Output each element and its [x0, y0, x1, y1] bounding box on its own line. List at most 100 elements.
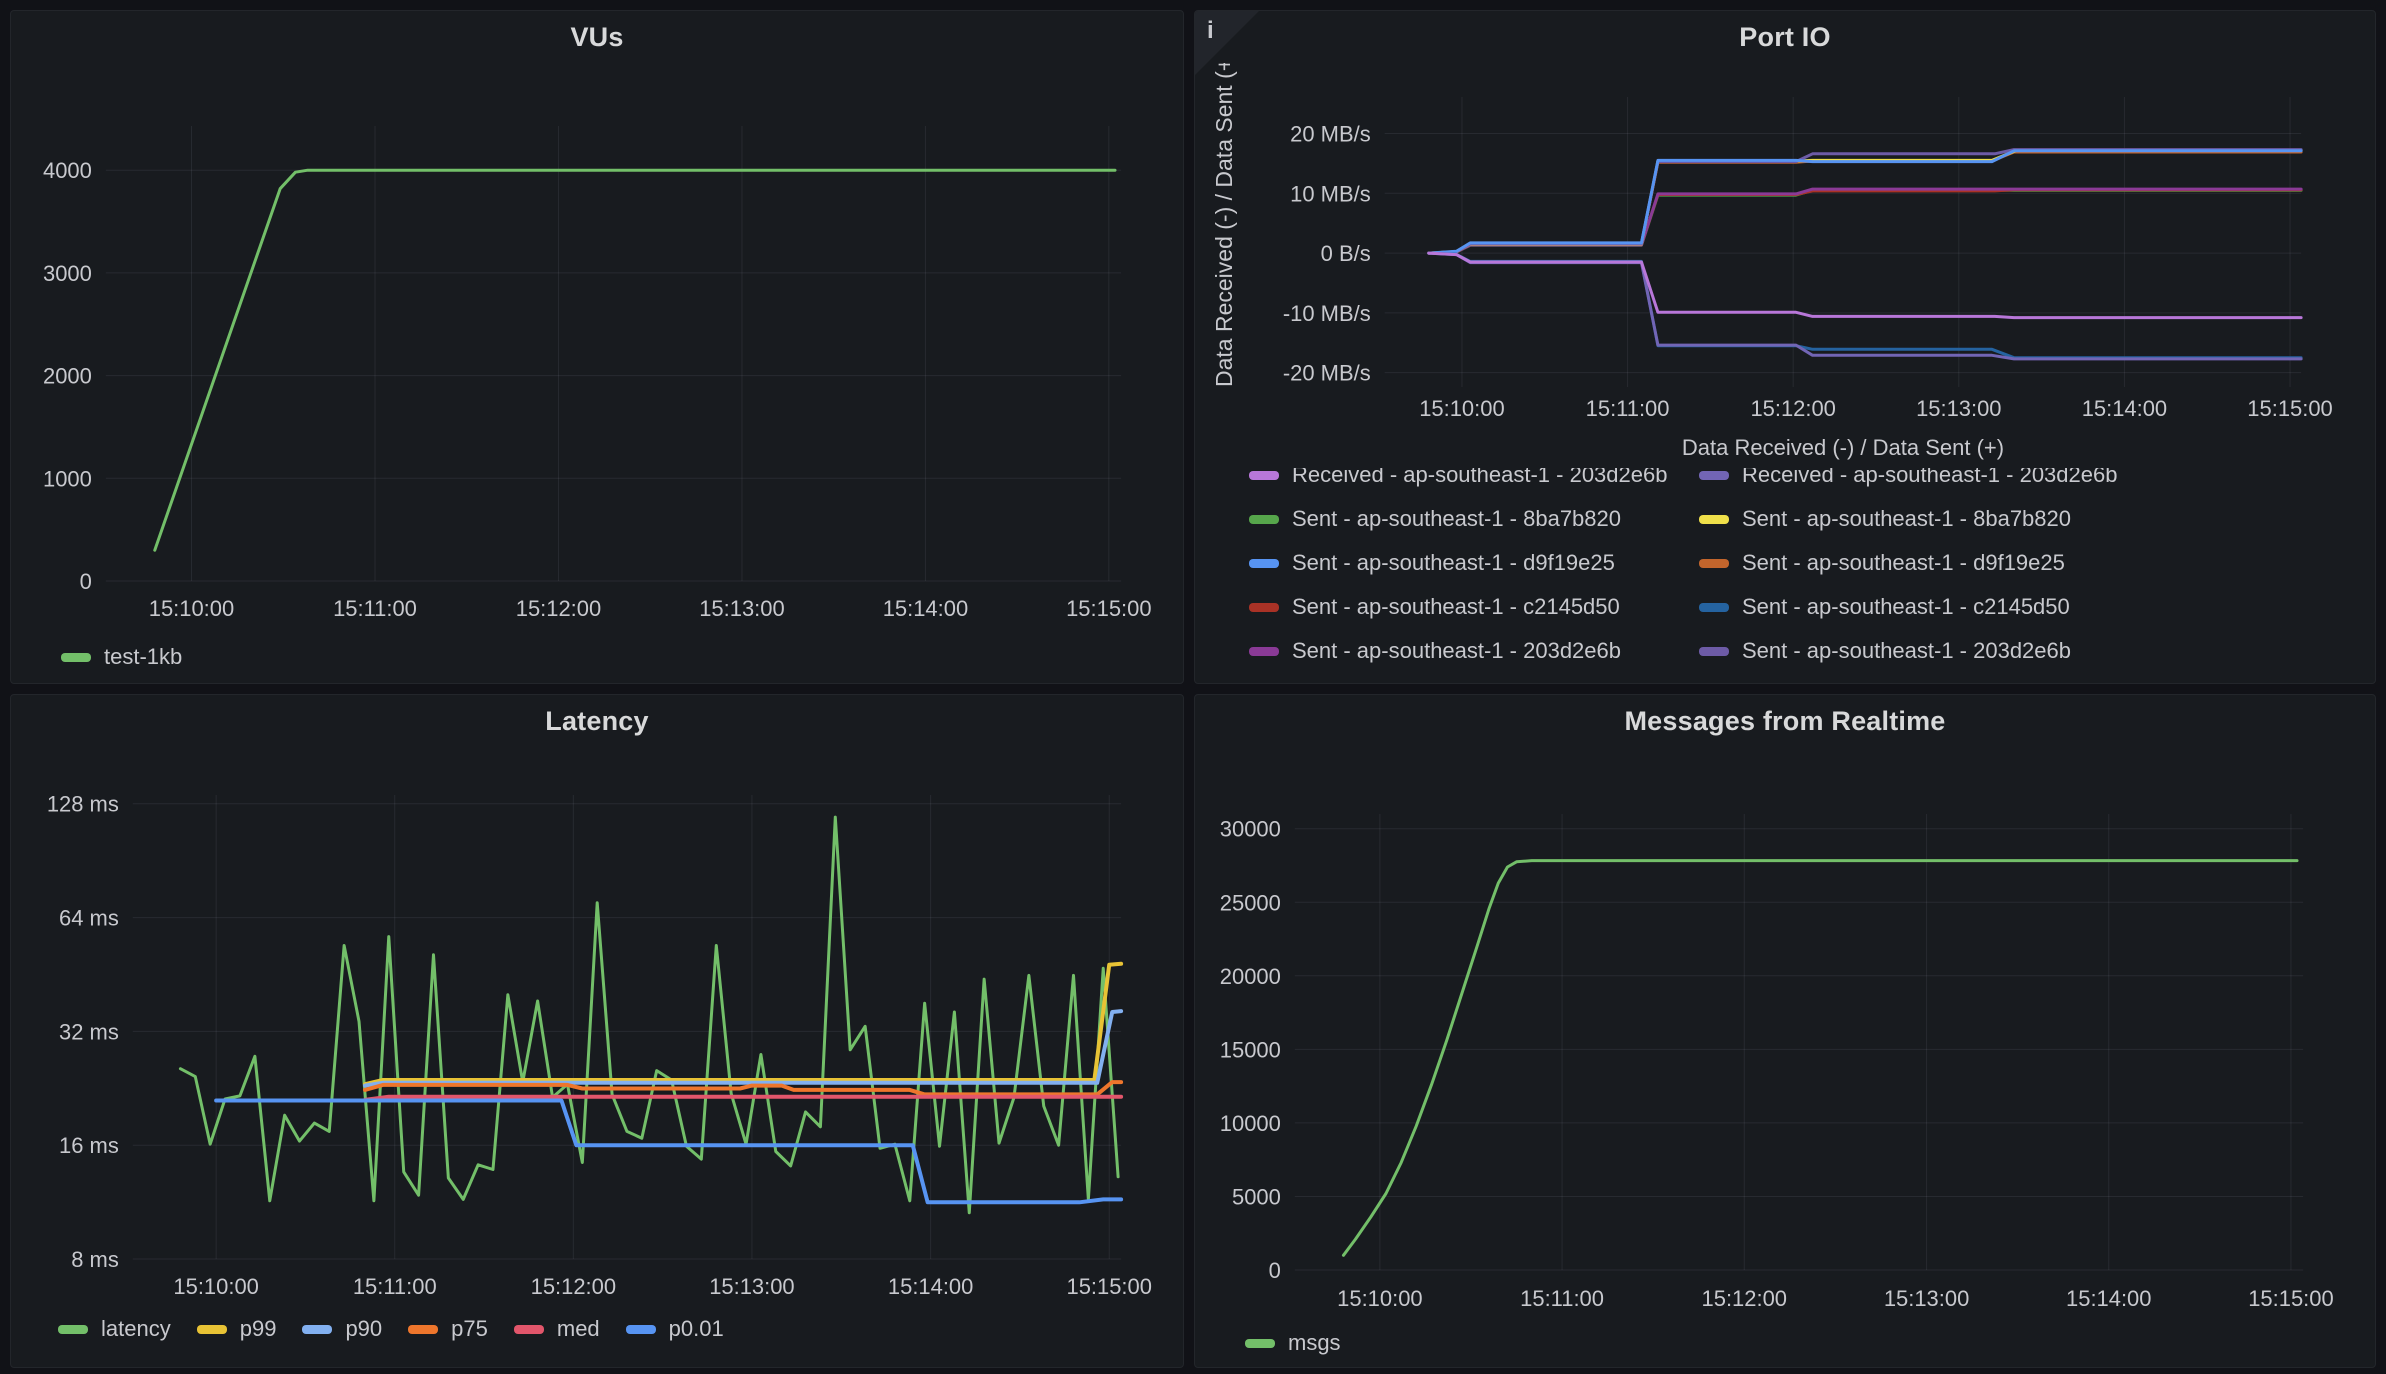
panel-info-corner[interactable]: i	[1195, 11, 1259, 75]
legend-swatch	[626, 1325, 656, 1334]
messages-chart[interactable]: 05000100001500020000250003000015:10:0015…	[1195, 747, 2375, 1315]
x-tick-label: 15:14:00	[2066, 1286, 2151, 1311]
legend-label: p75	[451, 1316, 488, 1342]
y-tick-label: 30000	[1220, 817, 1281, 842]
x-tick-label: 15:14:00	[2082, 396, 2167, 421]
x-tick-label: 15:14:00	[888, 1274, 973, 1299]
legend-swatch	[197, 1325, 227, 1334]
gridlines	[106, 126, 1121, 581]
legend-label: Sent - ap-southeast-1 - d9f19e25	[1742, 550, 2065, 576]
y-tick-label: 0 B/s	[1321, 241, 1371, 266]
legend-item-p75[interactable]: p75	[408, 1316, 488, 1342]
vus-chart[interactable]: 0100020003000400015:10:0015:11:0015:12:0…	[11, 63, 1183, 631]
y-tick-label: 4000	[43, 158, 92, 183]
y-tick-label: 128 ms	[47, 792, 119, 817]
y-tick-label: 25000	[1220, 890, 1281, 915]
legend-item-received-ap-southeast-1-203d2e6b[interactable]: Received - ap-southeast-1 - 203d2e6b	[1249, 468, 1699, 497]
grafana-dashboard: VUs 0100020003000400015:10:0015:11:0015:…	[0, 0, 2386, 1374]
legend-item-sent-ap-southeast-1-d9f19e25[interactable]: Sent - ap-southeast-1 - d9f19e25	[1699, 541, 2375, 585]
legend-swatch	[1245, 1339, 1275, 1348]
panel-title-vus[interactable]: VUs	[11, 11, 1183, 63]
legend-label: Sent - ap-southeast-1 - c2145d50	[1742, 594, 2070, 620]
legend-swatch	[1249, 515, 1279, 524]
y-tick-label: 16 ms	[59, 1133, 119, 1158]
series-lines	[155, 170, 1115, 550]
legend-label: latency	[101, 1316, 171, 1342]
legend-item-received-ap-southeast-1-203d2e6b[interactable]: Received - ap-southeast-1 - 203d2e6b	[1699, 468, 2375, 497]
y-tick-label: 0	[80, 569, 92, 594]
series-lines	[180, 817, 1121, 1213]
legend-swatch	[302, 1325, 332, 1334]
legend-swatch	[61, 653, 91, 662]
legend-label: Received - ap-southeast-1 - 203d2e6b	[1292, 468, 1667, 488]
series-sent-d9f19e25-blue	[1429, 151, 2301, 253]
vus-legend: test-1kb	[61, 635, 182, 679]
vus-chart-region: 0100020003000400015:10:0015:11:0015:12:0…	[11, 63, 1183, 631]
y-tick-label: 32 ms	[59, 1019, 119, 1044]
x-tick-label: 15:15:00	[1066, 596, 1151, 621]
legend-item-p99[interactable]: p99	[197, 1316, 277, 1342]
legend-item-test-1kb[interactable]: test-1kb	[61, 644, 182, 670]
x-tick-label: 15:13:00	[1916, 396, 2001, 421]
series-sent-203d2e6b-slate	[1429, 150, 2301, 254]
messages-legend: msgs	[1245, 1321, 1341, 1365]
panel-title-messages[interactable]: Messages from Realtime	[1195, 695, 2375, 747]
series-latency	[180, 817, 1118, 1213]
x-tick-label: 15:11:00	[353, 1274, 437, 1299]
series-p0.01	[216, 1101, 1121, 1203]
axis-tick-labels: 8 ms16 ms32 ms64 ms128 ms15:10:0015:11:0…	[47, 792, 1152, 1299]
panel-vus: VUs 0100020003000400015:10:0015:11:0015:…	[10, 10, 1184, 684]
legend-swatch	[408, 1325, 438, 1334]
port-io-chart-region: 20 MB/s10 MB/s0 B/s-10 MB/s-20 MB/s15:10…	[1195, 63, 2375, 423]
legend-item-sent-ap-southeast-1-d9f19e25[interactable]: Sent - ap-southeast-1 - d9f19e25	[1249, 541, 1699, 585]
legend-swatch	[1249, 471, 1279, 480]
port-io-chart[interactable]: 20 MB/s10 MB/s0 B/s-10 MB/s-20 MB/s15:10…	[1195, 63, 2375, 423]
legend-label: test-1kb	[104, 644, 182, 670]
series-sent-d9f19e25-orange	[1429, 152, 2301, 253]
port-io-y-axis-label: Data Received (-) / Data Sent (+)	[1211, 63, 1238, 387]
legend-item-sent-ap-southeast-1-c2145d50[interactable]: Sent - ap-southeast-1 - c2145d50	[1699, 585, 2375, 629]
gridlines	[133, 795, 1121, 1259]
legend-swatch	[1249, 647, 1279, 656]
x-tick-label: 15:12:00	[531, 1274, 616, 1299]
legend-item-p90[interactable]: p90	[302, 1316, 382, 1342]
legend-item-sent-ap-southeast-1-c2145d50[interactable]: Sent - ap-southeast-1 - c2145d50	[1249, 585, 1699, 629]
legend-item-latency[interactable]: latency	[58, 1316, 171, 1342]
x-tick-label: 15:13:00	[1884, 1286, 1969, 1311]
port-io-x-axis-label: Data Received (-) / Data Sent (+)	[1385, 435, 2301, 461]
legend-label: Sent - ap-southeast-1 - 203d2e6b	[1742, 638, 2071, 664]
legend-swatch	[1699, 515, 1729, 524]
x-tick-label: 15:15:00	[1067, 1274, 1152, 1299]
legend-item-med[interactable]: med	[514, 1316, 600, 1342]
legend-item-sent-ap-southeast-1-8ba7b820[interactable]: Sent - ap-southeast-1 - 8ba7b820	[1249, 497, 1699, 541]
x-tick-label: 15:10:00	[1337, 1286, 1422, 1311]
y-tick-label: 5000	[1232, 1184, 1281, 1209]
x-tick-label: 15:12:00	[1702, 1286, 1787, 1311]
legend-label: Sent - ap-southeast-1 - d9f19e25	[1292, 550, 1615, 576]
x-tick-label: 15:15:00	[2248, 1286, 2333, 1311]
y-tick-label: 64 ms	[59, 906, 119, 931]
info-icon: i	[1207, 17, 1214, 45]
axis-tick-labels: 20 MB/s10 MB/s0 B/s-10 MB/s-20 MB/s15:10…	[1283, 121, 2333, 421]
panel-title-port-io[interactable]: Port IO	[1195, 11, 2375, 63]
legend-item-p0.01[interactable]: p0.01	[626, 1316, 724, 1342]
panel-messages-from-realtime: Messages from Realtime 05000100001500020…	[1194, 694, 2376, 1368]
legend-item-msgs[interactable]: msgs	[1245, 1330, 1341, 1356]
legend-label: p99	[240, 1316, 277, 1342]
y-tick-label: 2000	[43, 364, 92, 389]
x-tick-label: 15:10:00	[1419, 396, 1504, 421]
legend-item-sent-ap-southeast-1-8ba7b820[interactable]: Sent - ap-southeast-1 - 8ba7b820	[1699, 497, 2375, 541]
x-tick-label: 15:11:00	[1520, 1286, 1604, 1311]
legend-item-sent-ap-southeast-1-203d2e6b[interactable]: Sent - ap-southeast-1 - 203d2e6b	[1699, 629, 2375, 673]
x-tick-label: 15:10:00	[173, 1274, 258, 1299]
x-tick-label: 15:13:00	[699, 596, 784, 621]
axis-tick-labels: 05000100001500020000250003000015:10:0015…	[1220, 817, 2334, 1311]
panel-port-io: i Port IO 20 MB/s10 MB/s0 B/s-10 MB/s-20…	[1194, 10, 2376, 684]
y-tick-label: -10 MB/s	[1283, 301, 1371, 326]
legend-label: p0.01	[669, 1316, 724, 1342]
legend-swatch	[1249, 559, 1279, 568]
panel-title-latency[interactable]: Latency	[11, 695, 1183, 747]
legend-item-sent-ap-southeast-1-203d2e6b[interactable]: Sent - ap-southeast-1 - 203d2e6b	[1249, 629, 1699, 673]
latency-chart-region: 8 ms16 ms32 ms64 ms128 ms15:10:0015:11:0…	[11, 747, 1183, 1315]
latency-chart[interactable]: 8 ms16 ms32 ms64 ms128 ms15:10:0015:11:0…	[11, 747, 1183, 1315]
